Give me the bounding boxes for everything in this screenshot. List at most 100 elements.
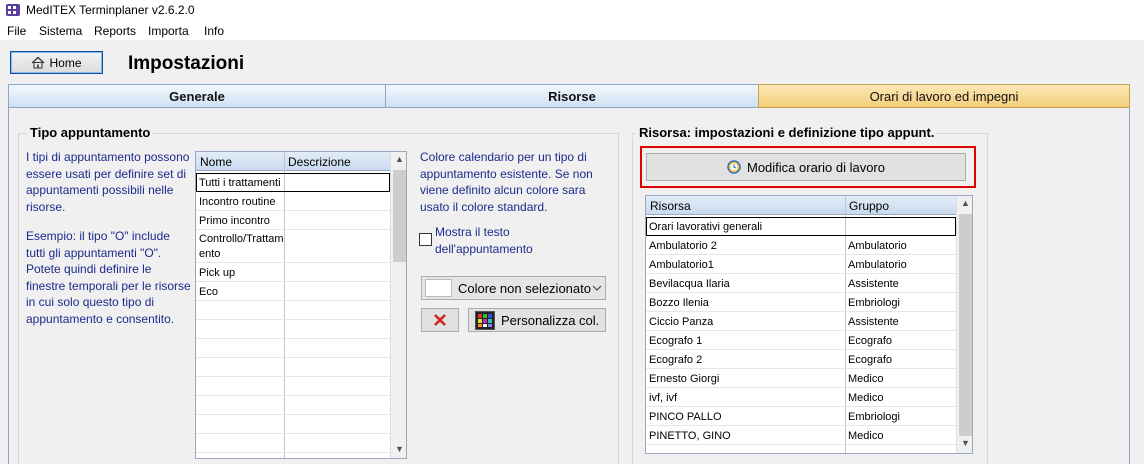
column-risorsa[interactable]: Risorsa [650, 199, 691, 213]
row-gruppo: Embriologi [848, 411, 900, 423]
row-gruppo: Embriologi [848, 297, 900, 309]
table-row[interactable]: Ecografo 1 Ecografo [646, 331, 956, 350]
scroll-up-icon[interactable]: ▲ [391, 154, 406, 168]
row-risorsa: Ecografo 2 [649, 354, 703, 366]
table-row[interactable]: Ernesto Giorgi Medico [646, 369, 956, 388]
row-nome: Pick up [199, 267, 236, 279]
menu-file[interactable]: File [7, 24, 26, 38]
table-row[interactable]: Ecografo 2 Ecografo [646, 350, 956, 369]
tab-generale-label: Generale [169, 88, 225, 104]
show-text-checkbox[interactable] [419, 233, 432, 246]
tipo-description: I tipi di appuntamento possono essere us… [26, 150, 190, 214]
scroll-down-icon[interactable]: ▼ [391, 444, 406, 458]
custom-color-label: Personalizza col. [501, 313, 600, 328]
risorsa-group-title: Risorsa: impostazioni e definizione tipo… [636, 125, 938, 140]
title-bar: MedITEX Terminplaner v2.6.2.0 [0, 0, 1144, 21]
modifica-orario-label: Modifica orario di lavoro [746, 159, 885, 175]
table-row [196, 358, 390, 377]
row-nome: Incontro routine [199, 196, 276, 208]
app-icon [6, 4, 20, 16]
row-risorsa: Ciccio Panza [649, 316, 714, 328]
table-row[interactable]: Primo incontro [196, 211, 390, 230]
clear-color-button[interactable] [421, 308, 459, 332]
tipo-appuntamento-title: Tipo appuntamento [27, 125, 154, 140]
table-row[interactable]: Eco [196, 282, 390, 301]
row-gruppo: Ecografo [848, 335, 893, 347]
table-row[interactable]: Tutti i trattamenti [196, 173, 390, 192]
table-row [196, 301, 390, 320]
delete-icon [434, 314, 446, 326]
home-button-label: Home [49, 55, 82, 70]
color-select[interactable]: Colore non selezionato [421, 276, 606, 300]
row-risorsa: Ecografo 1 [649, 335, 703, 347]
table-row[interactable]: Ciccio Panza Assistente [646, 312, 956, 331]
row-gruppo: Medico [848, 430, 884, 442]
menu-sistema[interactable]: Sistema [39, 24, 82, 38]
row-risorsa: Orari lavorativi generali [649, 221, 763, 233]
scroll-up-icon[interactable]: ▲ [957, 198, 972, 212]
row-risorsa: Bozzo Ilenia [649, 297, 709, 309]
risorsa-grid-scrollbar[interactable]: ▲ ▼ [956, 196, 972, 453]
tab-orari-label: Orari di lavoro ed impegni [869, 88, 1019, 104]
table-row [196, 339, 390, 358]
tab-strip: Generale Risorse Orari di lavoro ed impe… [8, 84, 1130, 108]
row-nome-cont: ento [199, 248, 221, 260]
color-palette-icon [475, 311, 495, 330]
scroll-thumb[interactable] [393, 170, 406, 262]
risorsa-grid-header: Risorsa Gruppo [646, 196, 956, 215]
column-descrizione[interactable]: Descrizione [288, 155, 351, 169]
row-nome: Eco [199, 286, 218, 298]
scroll-thumb[interactable] [959, 214, 972, 436]
tab-risorse[interactable]: Risorse [385, 84, 759, 108]
row-gruppo: Assistente [848, 316, 899, 328]
table-row[interactable]: Bevilacqua Ilaria Assistente [646, 274, 956, 293]
table-row[interactable]: ivf, ivf Medico [646, 388, 956, 407]
row-gruppo: Assistente [848, 278, 899, 290]
row-risorsa: PINCO PALLO [649, 411, 722, 423]
menu-bar: File Sistema Reports Importa Info [0, 21, 1144, 41]
tab-generale[interactable]: Generale [8, 84, 386, 108]
menu-importa[interactable]: Importa [148, 24, 189, 38]
table-row[interactable]: Ambulatorio 2 Ambulatorio [646, 236, 956, 255]
row-risorsa: Ambulatorio1 [649, 259, 714, 271]
row-nome: Tutti i trattamenti [199, 177, 281, 189]
tipo-appuntamento-grid: Nome Descrizione Tutti i trattamenti Inc… [195, 151, 407, 459]
table-row[interactable]: Incontro routine [196, 192, 390, 211]
table-row [196, 415, 390, 434]
row-gruppo: Ambulatorio [848, 259, 907, 271]
show-text-label: Mostra il testo dell'appuntamento [435, 225, 533, 256]
tipo-grid-scrollbar[interactable]: ▲ ▼ [390, 152, 406, 458]
row-risorsa: PINETTO, GINO [649, 430, 731, 442]
custom-color-button[interactable]: Personalizza col. [468, 308, 606, 332]
row-gruppo: Medico [848, 392, 884, 404]
scroll-down-icon[interactable]: ▼ [957, 438, 972, 452]
table-row[interactable]: Ambulatorio1 Ambulatorio [646, 255, 956, 274]
tab-risorse-label: Risorse [548, 88, 596, 104]
table-row[interactable]: PINETTO, GINO Medico [646, 426, 956, 445]
row-risorsa: ivf, ivf [649, 392, 678, 404]
row-nome: Primo incontro [199, 215, 270, 227]
modifica-orario-button[interactable]: Modifica orario di lavoro [646, 153, 966, 181]
clock-icon [727, 160, 741, 174]
color-swatch [425, 279, 452, 297]
home-button[interactable]: Home [10, 51, 103, 74]
table-row [196, 396, 390, 415]
column-gruppo[interactable]: Gruppo [849, 199, 889, 213]
row-gruppo: Medico [848, 373, 884, 385]
table-row[interactable]: Controllo/Trattam ento [196, 230, 390, 263]
menu-reports[interactable]: Reports [94, 24, 136, 38]
table-row[interactable]: PINCO PALLO Embriologi [646, 407, 956, 426]
table-row[interactable]: Bozzo Ilenia Embriologi [646, 293, 956, 312]
menu-info[interactable]: Info [204, 24, 224, 38]
table-row[interactable]: Pick up [196, 263, 390, 282]
risorsa-grid: Risorsa Gruppo Orari lavorativi generali… [645, 195, 973, 454]
home-icon [32, 56, 45, 69]
row-risorsa: Ambulatorio 2 [649, 240, 717, 252]
row-risorsa: Ernesto Giorgi [649, 373, 720, 385]
table-row [196, 434, 390, 453]
row-nome: Controllo/Trattam [199, 233, 284, 245]
tab-orari-di-lavoro[interactable]: Orari di lavoro ed impegni [758, 84, 1130, 108]
column-nome[interactable]: Nome [200, 155, 232, 169]
row-gruppo: Ecografo [848, 354, 893, 366]
table-row[interactable]: Orari lavorativi generali [646, 217, 956, 236]
